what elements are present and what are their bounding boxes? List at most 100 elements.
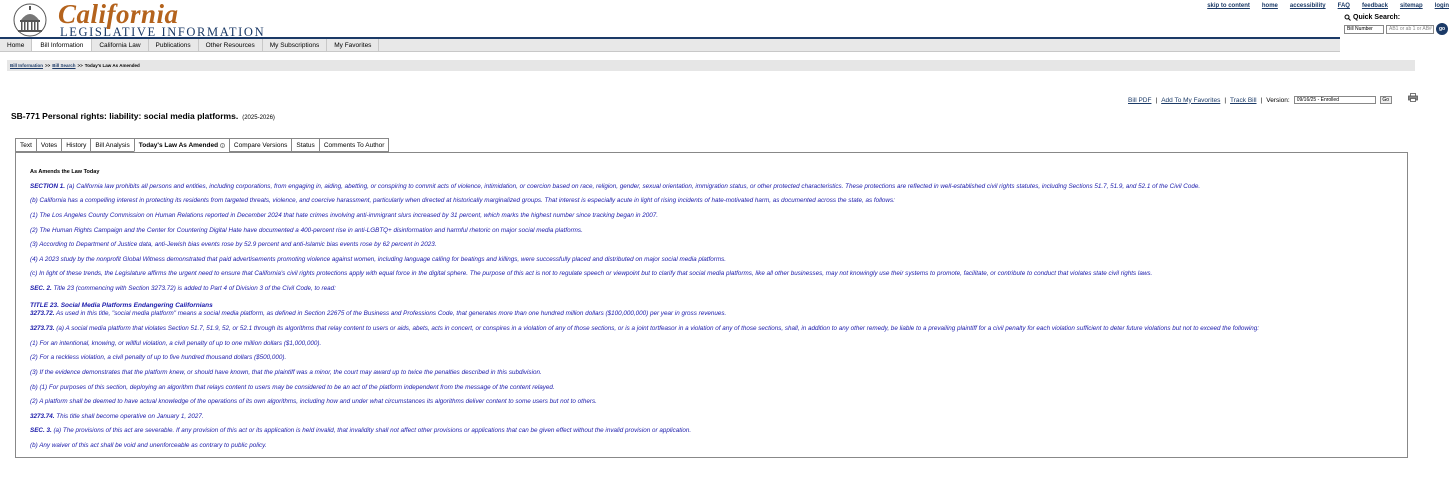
amended-paragraph: (c) In light of these trends, the Legisl… — [30, 270, 1400, 277]
tab-history[interactable]: History — [61, 138, 91, 152]
amended-paragraph: 3273.74. This title shall become operati… — [30, 413, 1400, 420]
feedback-link[interactable]: feedback — [1362, 3, 1388, 9]
amended-paragraph: (3) According to Department of Justice d… — [30, 241, 1400, 248]
tab-todays-law-label: Today's Law As Amended — [138, 142, 219, 149]
tab-status[interactable]: Status — [291, 138, 319, 152]
bill-pdf-link[interactable]: Bill PDF — [1128, 97, 1151, 104]
amended-paragraph: (2) For a reckless violation, a civil pe… — [30, 354, 1400, 361]
quick-search: Quick Search: Bill Number AB1 or ab 1 or… — [1344, 14, 1454, 35]
amended-paragraph: (1) The Los Angeles County Commission on… — [30, 212, 1400, 219]
amended-paragraph: 3273.73. (a) A social media platform tha… — [30, 325, 1400, 332]
paragraph-text: Title 23 (commencing with Section 3273.7… — [51, 285, 336, 292]
breadcrumb: Bill Information >> Bill Search >> Today… — [7, 60, 1415, 71]
nav-my-subscriptions[interactable]: My Subscriptions — [263, 39, 328, 51]
amended-paragraph: TITLE 23. Social Media Platforms Endange… — [30, 302, 1400, 309]
nav-publications[interactable]: Publications — [149, 39, 199, 51]
accessibility-link[interactable]: accessibility — [1290, 3, 1326, 9]
section-number: 3273.73. — [30, 325, 55, 332]
amended-paragraph: (2) A platform shall be deemed to have a… — [30, 398, 1400, 405]
paragraph-text: (2) A platform shall be deemed to have a… — [30, 398, 597, 405]
tab-compare-versions[interactable]: Compare Versions — [228, 138, 292, 152]
section-number: SEC. 2. — [30, 285, 52, 292]
paragraph-text: (b) California has a compelling interest… — [30, 197, 895, 204]
amended-paragraph: (b) California has a compelling interest… — [30, 197, 1400, 204]
logo-word: California — [58, 0, 179, 29]
nav-other-resources[interactable]: Other Resources — [199, 39, 263, 51]
tab-bill-analysis[interactable]: Bill Analysis — [90, 138, 134, 152]
quick-search-input[interactable]: AB1 or ab 1 or AB# — [1386, 24, 1434, 34]
utility-links: skip to content home accessibility FAQ f… — [1207, 3, 1449, 9]
amended-paragraph: (2) The Human Rights Campaign and the Ce… — [30, 227, 1400, 234]
skip-to-content-link[interactable]: skip to content — [1207, 3, 1250, 9]
main-nav: Home Bill Information California Law Pub… — [0, 39, 1340, 52]
login-link[interactable]: login — [1435, 3, 1449, 9]
home-link[interactable]: home — [1262, 3, 1278, 9]
quick-search-type-select[interactable]: Bill Number — [1344, 24, 1384, 34]
quick-search-go-button[interactable]: go — [1436, 23, 1448, 35]
nav-home[interactable]: Home — [0, 39, 33, 51]
action-separator: | — [1260, 96, 1263, 104]
paragraph-text: (3) According to Department of Justice d… — [30, 241, 437, 248]
bill-actions: Bill PDF | Add To My Favorites | Track B… — [1128, 92, 1418, 104]
quick-search-label: Quick Search: — [1353, 14, 1401, 21]
amended-paragraph: SECTION 1. (a) California law prohibits … — [30, 183, 1400, 190]
paragraph-text: (2) For a reckless violation, a civil pe… — [30, 354, 287, 361]
paragraph-text: (a) The provisions of this act are sever… — [51, 427, 692, 434]
amended-paragraph: SEC. 2. Title 23 (commencing with Sectio… — [30, 285, 1400, 292]
tab-todays-law-as-amended[interactable]: Today's Law As Amended i — [133, 138, 229, 152]
paragraph-text: (b) Any waiver of this act shall be void… — [30, 442, 267, 449]
breadcrumb-current: Today's Law As Amended — [84, 63, 140, 68]
version-label: Version: — [1266, 96, 1290, 104]
amended-paragraph: (3) If the evidence demonstrates that th… — [30, 369, 1400, 376]
amended-paragraph: (4) A 2023 study by the nonprofit Global… — [30, 256, 1400, 263]
info-icon[interactable]: i — [219, 142, 225, 148]
paragraph-text: (a) A social media platform that violate… — [54, 325, 1260, 332]
bill-session: (2025-2026) — [242, 115, 275, 121]
paragraph-text: (1) For an intentional, knowing, or will… — [30, 340, 322, 347]
bill-tabs: Text Votes History Bill Analysis Today's… — [15, 138, 390, 152]
nav-my-favorites[interactable]: My Favorites — [327, 39, 380, 51]
paragraph-text: (2) The Human Rights Campaign and the Ce… — [30, 227, 583, 234]
amended-paragraph: (b) Any waiver of this act shall be void… — [30, 442, 1400, 449]
section-number: 3273.74. — [30, 413, 55, 420]
bill-title-text: SB-771 Personal rights: liability: socia… — [11, 111, 239, 121]
paragraph-text: (b) (1) For purposes of this section, de… — [30, 384, 555, 391]
section-heading: As Amends the Law Today — [30, 169, 100, 175]
amended-paragraph: (1) For an intentional, knowing, or will… — [30, 340, 1400, 347]
amended-paragraph: 3273.72. As used in this title, "social … — [30, 310, 1400, 317]
paragraph-text: This title shall become operative on Jan… — [54, 413, 204, 420]
paragraph-text: TITLE 23. Social Media Platforms Endange… — [30, 302, 213, 309]
add-to-favorites-link[interactable]: Add To My Favorites — [1161, 97, 1220, 104]
section-number: 3273.72. — [30, 310, 55, 317]
bill-text-panel: As Amends the Law Today SECTION 1. (a) C… — [15, 152, 1408, 458]
action-separator: | — [1155, 96, 1158, 104]
track-bill-link[interactable]: Track Bill — [1230, 97, 1256, 104]
tab-text[interactable]: Text — [15, 138, 36, 152]
tab-comments-to-author[interactable]: Comments To Author — [318, 138, 390, 152]
amended-paragraph: (b) (1) For purposes of this section, de… — [30, 384, 1400, 391]
breadcrumb-separator: >> — [77, 63, 83, 68]
version-select[interactable]: 09/16/25 - Enrolled — [1293, 96, 1376, 104]
site-header: California LEGISLATIVE INFORMATION skip … — [0, 0, 1456, 38]
print-icon[interactable] — [1407, 92, 1418, 102]
paragraph-text: (3) If the evidence demonstrates that th… — [30, 369, 542, 376]
paragraph-text: As used in this title, "social media pla… — [54, 310, 727, 317]
search-icon — [1344, 14, 1351, 21]
paragraph-text: (a) California law prohibits all persons… — [65, 183, 1201, 190]
breadcrumb-separator: >> — [45, 63, 51, 68]
version-go-button[interactable]: Go — [1379, 96, 1392, 104]
page-title: SB-771 Personal rights: liability: socia… — [11, 111, 275, 121]
section-number: SEC. 3. — [30, 427, 52, 434]
nav-bill-information[interactable]: Bill Information — [32, 39, 93, 51]
action-separator: | — [1224, 96, 1227, 104]
breadcrumb-bill-search[interactable]: Bill Search — [52, 63, 75, 68]
tab-votes[interactable]: Votes — [35, 138, 62, 152]
amended-paragraph: SEC. 3. (a) The provisions of this act a… — [30, 427, 1400, 434]
capitol-dome-icon — [13, 3, 47, 37]
site-logo[interactable]: California LEGISLATIVE INFORMATION — [10, 0, 265, 38]
faq-link[interactable]: FAQ — [1338, 3, 1350, 9]
nav-california-law[interactable]: California Law — [92, 39, 149, 51]
sitemap-link[interactable]: sitemap — [1400, 3, 1423, 9]
breadcrumb-bill-information[interactable]: Bill Information — [10, 63, 43, 68]
section-number: SECTION 1. — [30, 183, 65, 190]
